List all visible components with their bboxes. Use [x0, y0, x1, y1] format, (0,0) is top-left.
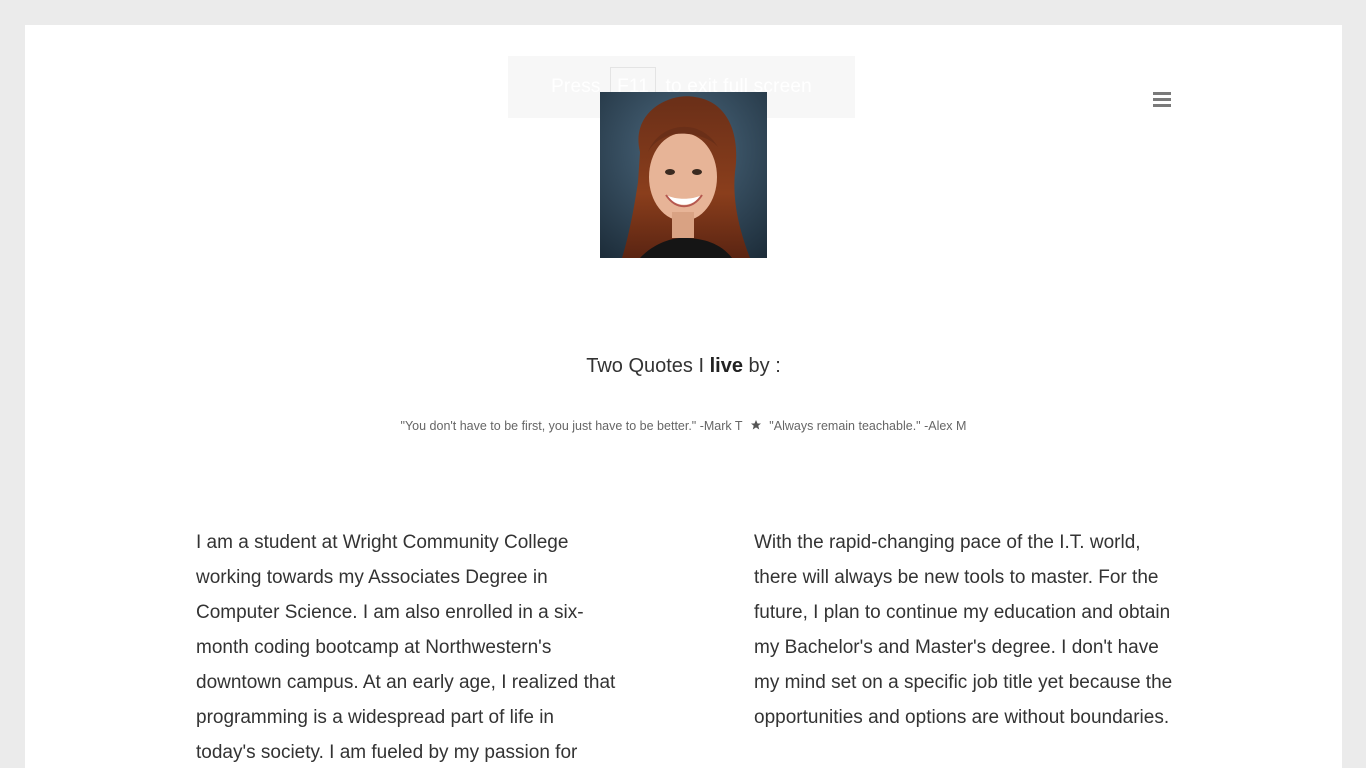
quotes-heading: Two Quotes I live by :: [25, 355, 1342, 378]
fullscreen-prompt-prefix: Press: [551, 76, 601, 97]
page-container: Press F11 to exit full screen Two Quotes…: [25, 25, 1342, 768]
quotes-heading-suffix: by :: [748, 355, 781, 377]
quote-mark-twain: "You don't have to be first, you just ha…: [400, 419, 743, 433]
quotes-heading-prefix: Two Quotes I: [586, 355, 705, 377]
quote-alex-m: "Always remain teachable." -Alex M: [769, 419, 967, 433]
quotes-heading-emphasis: live: [709, 355, 743, 377]
avatar: [600, 92, 767, 258]
hamburger-menu-icon[interactable]: [1153, 92, 1171, 107]
star-icon: [750, 419, 762, 434]
quotes-line: "You don't have to be first, you just ha…: [25, 419, 1342, 434]
about-left-paragraph: I am a student at Wright Community Colle…: [196, 532, 616, 763]
profile-photo-icon: [600, 92, 767, 258]
about-right-paragraph: With the rapid-changing pace of the I.T.…: [754, 532, 1173, 728]
